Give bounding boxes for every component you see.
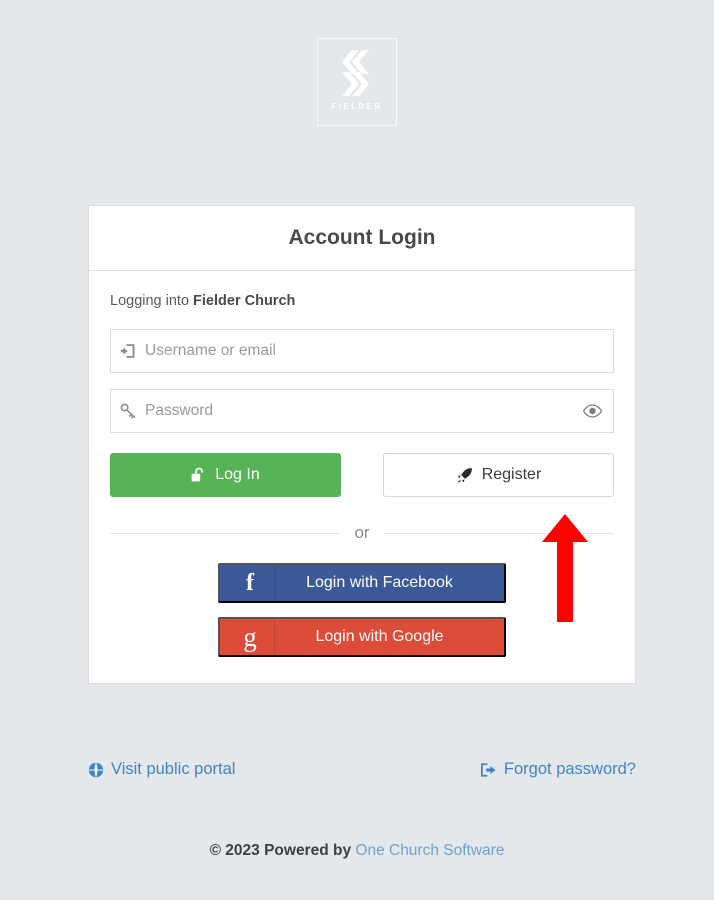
google-login-button[interactable]: g Login with Google xyxy=(218,617,506,657)
login-card: Account Login Logging into Fielder Churc… xyxy=(88,205,636,684)
divider-label: or xyxy=(354,523,370,542)
card-footer-links: Visit public portal Forgot password? xyxy=(88,760,636,779)
google-icon: g xyxy=(226,620,275,654)
fielder-logo: FIELDER xyxy=(317,38,397,126)
toggle-password-visibility-button[interactable] xyxy=(571,403,613,419)
register-button-label: Register xyxy=(481,466,542,483)
password-field-wrapper[interactable] xyxy=(110,389,614,433)
page-title: Account Login xyxy=(288,226,436,249)
forgot-password-label: Forgot password? xyxy=(503,760,636,778)
fielder-chevron-logo-icon xyxy=(342,50,369,96)
divider-line-left xyxy=(110,532,341,534)
card-body: Logging into Fielder Church Username or … xyxy=(89,271,635,683)
facebook-login-label: Login with Facebook xyxy=(306,574,453,591)
card-header: Account Login xyxy=(89,206,635,271)
or-divider: or xyxy=(110,523,614,543)
logging-into-text: Logging into Fielder Church xyxy=(110,293,614,309)
key-icon xyxy=(111,403,145,419)
facebook-icon: f xyxy=(226,566,275,600)
logging-into-prefix: Logging into xyxy=(110,293,194,309)
logo-wordmark: FIELDER xyxy=(331,102,383,111)
organization-name: Fielder Church xyxy=(193,293,296,309)
facebook-login-button[interactable]: f Login with Facebook xyxy=(218,563,506,603)
rocket-icon xyxy=(456,467,472,483)
one-church-software-link[interactable]: One Church Software xyxy=(355,842,504,859)
copyright-text: © 2023 Powered by xyxy=(209,842,352,859)
eye-icon xyxy=(582,404,602,418)
login-button[interactable]: Log In xyxy=(110,453,341,497)
sign-out-icon xyxy=(480,762,496,777)
username-input[interactable] xyxy=(145,342,613,360)
password-input[interactable] xyxy=(145,402,571,420)
action-buttons-row: Log In Register xyxy=(110,453,614,497)
sign-in-icon xyxy=(111,343,145,359)
globe-icon xyxy=(88,762,104,777)
divider-line-right xyxy=(383,532,614,534)
login-button-label: Log In xyxy=(215,466,260,483)
page-footer: © 2023 Powered by One Church Software xyxy=(0,842,714,860)
register-button[interactable]: Register xyxy=(383,453,614,497)
username-field-wrapper[interactable] xyxy=(110,329,614,373)
visit-public-portal-label: Visit public portal xyxy=(111,760,236,778)
visit-public-portal-link[interactable]: Visit public portal xyxy=(88,760,235,779)
forgot-password-link[interactable]: Forgot password? xyxy=(480,760,636,779)
google-login-label: Login with Google xyxy=(315,628,444,645)
social-login-group: f Login with Facebook g Login with Googl… xyxy=(110,563,614,657)
unlock-icon xyxy=(191,467,204,482)
logo-container: FIELDER xyxy=(0,0,714,126)
